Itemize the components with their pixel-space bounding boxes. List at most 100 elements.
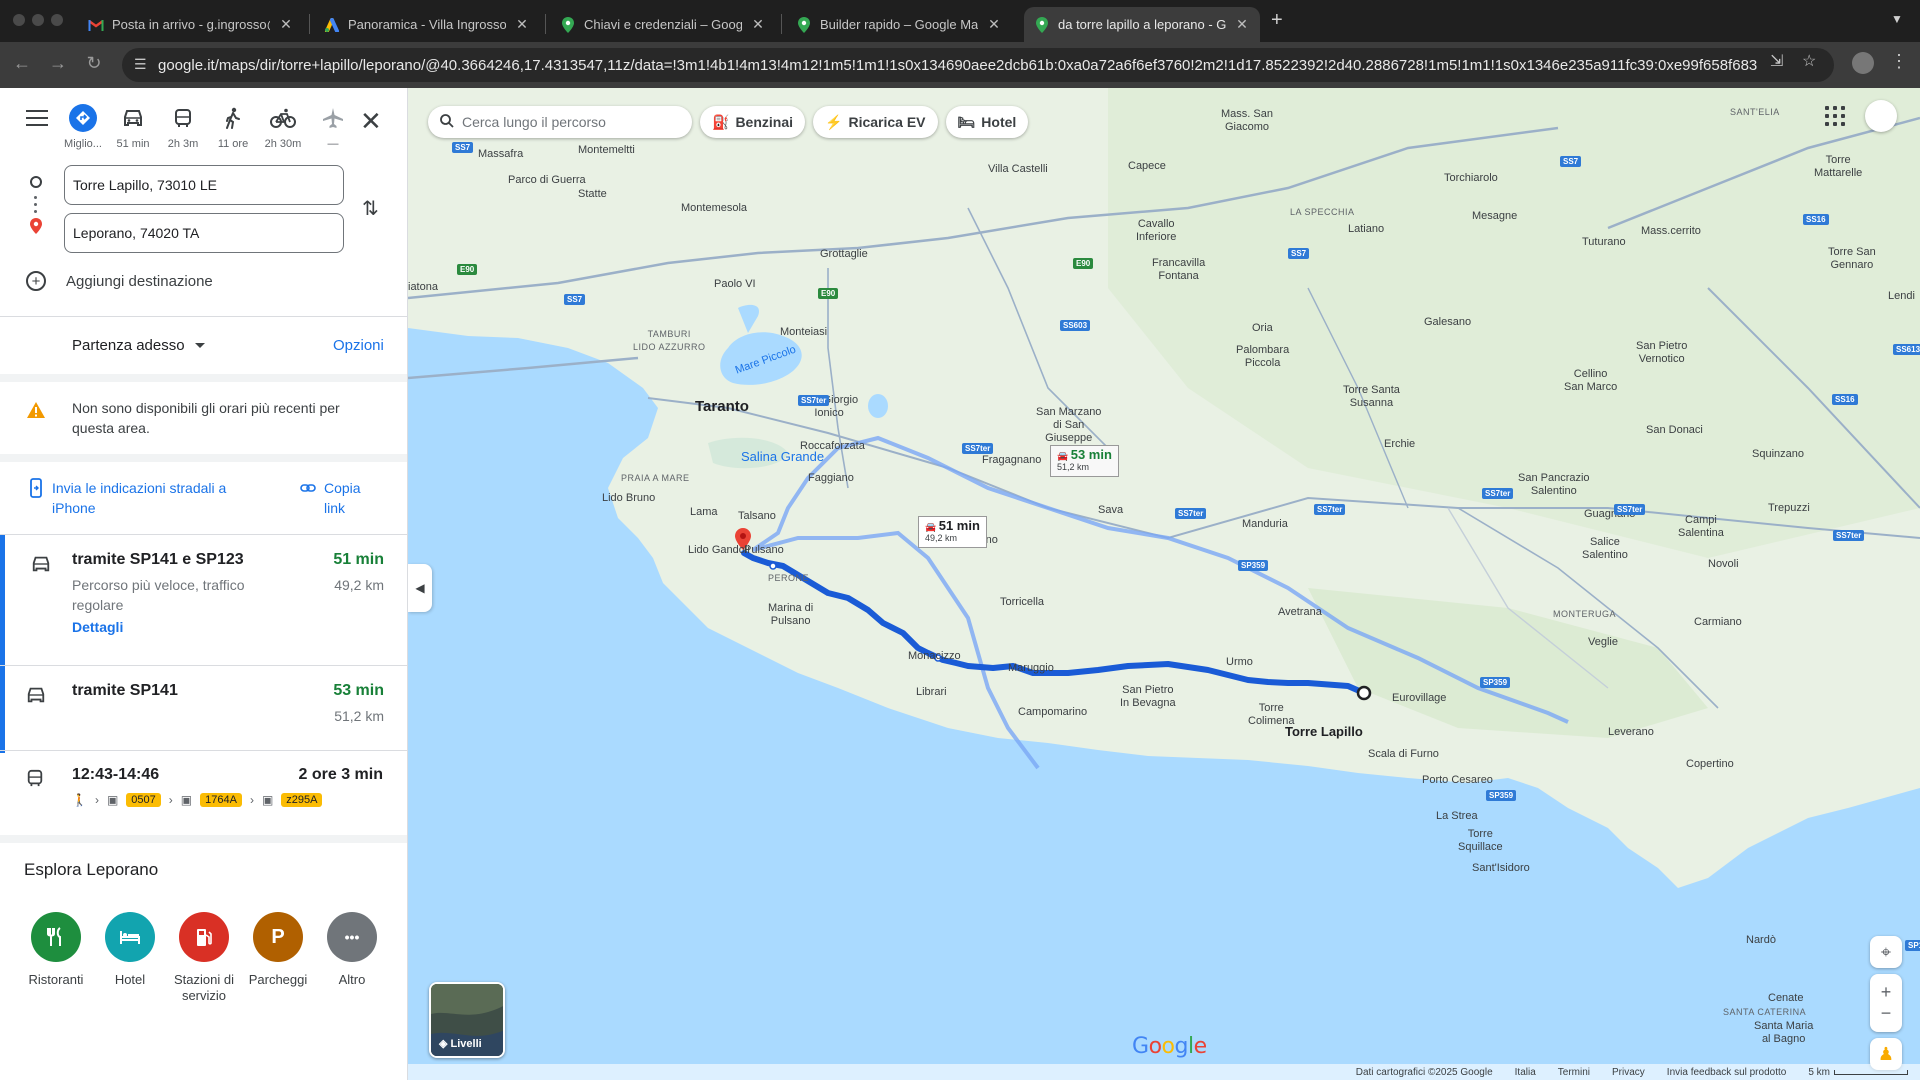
route-box-time: 51 min	[938, 518, 980, 533]
new-tab-button[interactable]: +	[1271, 9, 1283, 32]
swap-icon[interactable]: ⇅	[362, 196, 379, 221]
directions-diamond-icon	[69, 104, 97, 132]
add-destination-button[interactable]: + Aggiungi destinazione	[26, 271, 213, 291]
chevron-right-icon: ›	[249, 793, 254, 807]
search-icon	[440, 113, 454, 131]
explore-parking-button[interactable]: P Parcheggi	[238, 912, 318, 988]
copy-link-label: Copia link	[324, 480, 361, 516]
chevron-down-icon[interactable]: ▼	[1891, 12, 1903, 26]
browser-tab[interactable]: Chiavi e credenziali – Google ✕	[550, 7, 776, 42]
feedback-link[interactable]: Invia feedback sul prodotto	[1667, 1067, 1787, 1078]
route-details-link[interactable]: Dettagli	[72, 619, 123, 635]
apps-grid-icon[interactable]	[1823, 104, 1847, 128]
close-icon[interactable]: ✕	[278, 16, 294, 33]
origin-circle-icon	[30, 176, 42, 188]
route-time-box-alt[interactable]: 🚘 53 min 51,2 km	[1050, 445, 1119, 477]
map-label: Maruggio	[1008, 662, 1054, 674]
map-label: Leverano	[1608, 726, 1654, 738]
map-label: Torre Lapillo	[1285, 724, 1363, 739]
chip-gas-stations[interactable]: ⛽ Benzinai	[700, 106, 806, 138]
category-label: Hotel	[114, 972, 146, 987]
zoom-in-icon[interactable]: +	[1881, 982, 1892, 1003]
route-time-box-main[interactable]: 🚘 51 min 49,2 km	[918, 516, 987, 548]
map-canvas[interactable]: Taranto Torre Lapillo Massafra Statte Mo…	[408, 88, 1920, 1080]
close-directions-button[interactable]: ✕	[360, 106, 382, 137]
map-label: Novoli	[1708, 558, 1739, 570]
close-icon[interactable]: ✕	[986, 16, 1002, 33]
options-link[interactable]: Opzioni	[333, 337, 384, 354]
forward-arrow-icon[interactable]: →	[46, 53, 70, 74]
window-zoom-button[interactable]	[51, 14, 63, 26]
transit-line-badge: z295A	[281, 793, 323, 807]
reload-icon[interactable]: ↻	[82, 53, 106, 74]
scale-bar[interactable]: 5 km	[1808, 1067, 1908, 1078]
chevron-right-icon: ›	[94, 793, 99, 807]
road-sign: SS16	[1803, 214, 1829, 225]
map-label: Sava	[1098, 504, 1124, 516]
window-close-button[interactable]	[13, 14, 25, 26]
mode-bike[interactable]: 2h 30m	[258, 104, 308, 150]
mode-car[interactable]: 51 min	[108, 104, 158, 150]
explore-more-button[interactable]: ••• Altro	[312, 912, 392, 988]
google-logo: Google	[1132, 1034, 1207, 1059]
mode-flight[interactable]: —	[308, 104, 358, 150]
profile-avatar[interactable]	[1852, 52, 1874, 74]
close-icon[interactable]: ✕	[1234, 16, 1250, 33]
browser-tab-active[interactable]: da torre lapillo a leporano - G ✕	[1024, 7, 1260, 42]
country-link[interactable]: Italia	[1515, 1067, 1536, 1078]
browser-menu-icon[interactable]: ⋮	[1890, 51, 1908, 72]
departure-time-dropdown[interactable]: Partenza adesso	[72, 337, 205, 354]
map-label: Taranto	[695, 398, 749, 415]
map-label: San Marzano di San Giuseppe	[1036, 406, 1102, 444]
send-to-phone-link[interactable]: Invia le indicazioni stradali a iPhone	[30, 478, 252, 518]
close-icon[interactable]: ✕	[514, 16, 530, 33]
bookmark-star-icon[interactable]: ☆	[1802, 51, 1816, 71]
road-sign: SS7	[452, 142, 474, 153]
browser-tab[interactable]: Panoramica - Villa Ingrosso - ✕	[314, 7, 540, 42]
map-label: Lido Bruno	[602, 492, 656, 504]
mode-label: 2h 30m	[264, 138, 302, 150]
road-sign: E90	[457, 264, 478, 275]
transit-duration: 2 ore 3 min	[298, 766, 383, 783]
route-search-input[interactable]: Cerca lungo il percorso	[428, 106, 692, 138]
my-location-button[interactable]: ⌖	[1870, 936, 1902, 968]
map-label: Francavilla Fontana	[1152, 257, 1206, 282]
browser-tab[interactable]: Posta in arrivo - g.ingrosso@ ✕	[78, 7, 304, 42]
mode-label: 51 min	[116, 138, 150, 150]
privacy-link[interactable]: Privacy	[1612, 1067, 1645, 1078]
layers-label: ◈ Livelli	[439, 1037, 482, 1050]
explore-hotels-button[interactable]: Hotel	[90, 912, 170, 988]
road-sign: SS16	[1832, 394, 1858, 405]
address-bar[interactable]: ☰ google.it/maps/dir/torre+lapillo/lepor…	[122, 48, 1834, 82]
chip-hotels[interactable]: 🛏 Hotel	[945, 106, 1029, 138]
account-avatar[interactable]	[1865, 100, 1897, 132]
explore-restaurants-button[interactable]: Ristoranti	[16, 912, 96, 988]
collapse-panel-button[interactable]: ◀	[408, 564, 432, 612]
explore-gas-stations-button[interactable]: Stazioni di servizio	[164, 912, 244, 1004]
install-app-icon[interactable]: ⇲	[1770, 51, 1783, 71]
chip-ev-charging[interactable]: ⚡ Ricarica EV	[813, 106, 938, 138]
window-minimize-button[interactable]	[32, 14, 44, 26]
zoom-out-icon[interactable]: −	[1881, 1003, 1892, 1024]
ev-charger-icon: ⚡	[825, 113, 843, 130]
mode-best[interactable]: Miglio...	[58, 104, 108, 150]
destination-input[interactable]: Leporano, 74020 TA	[64, 213, 344, 253]
map-label: PRAIA A MARE	[621, 473, 690, 483]
bus-icon: ▣	[261, 793, 274, 807]
map-label: Lendi	[1888, 290, 1915, 302]
close-icon[interactable]: ✕	[750, 16, 766, 33]
browser-tab[interactable]: Builder rapido – Google Maps ✕	[786, 7, 1012, 42]
origin-input[interactable]: Torre Lapillo, 73010 LE	[64, 165, 344, 205]
site-info-icon[interactable]: ☰	[134, 56, 147, 73]
map-label: Salice Salentino	[1582, 536, 1628, 561]
route-option-2[interactable]: tramite SP141 53 min 51,2 km	[0, 666, 407, 750]
copy-link-button[interactable]: Copia link	[300, 478, 374, 518]
map-label: Oria	[1252, 322, 1273, 334]
back-arrow-icon[interactable]: ←	[10, 53, 34, 74]
mode-transit[interactable]: 2h 3m	[158, 104, 208, 150]
map-label: Copertino	[1686, 758, 1734, 770]
mode-walk[interactable]: 11 ore	[208, 104, 258, 150]
menu-icon[interactable]	[26, 110, 48, 131]
terms-link[interactable]: Termini	[1558, 1067, 1590, 1078]
layers-button[interactable]: ◈ Livelli	[429, 982, 505, 1058]
